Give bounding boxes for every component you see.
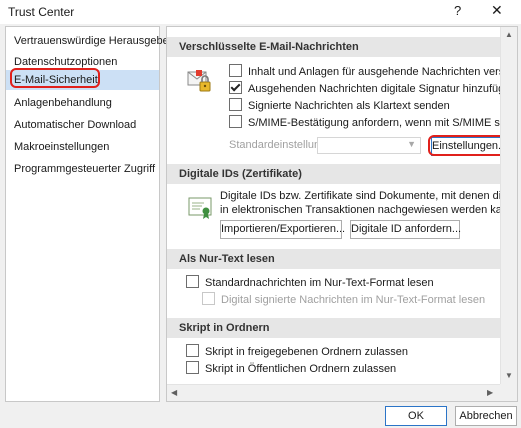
scroll-up-icon[interactable]: ▲ xyxy=(505,30,513,39)
checkbox-send-clear-text-signed[interactable] xyxy=(229,98,242,111)
section-header-digital-ids: Digitale IDs (Zertifikate) xyxy=(167,164,500,184)
digital-ids-description-line1: Digitale IDs bzw. Zertifikate sind Dokum… xyxy=(220,190,518,202)
checkbox-smime-receipt[interactable] xyxy=(229,115,242,128)
scroll-right-icon[interactable]: ▶ xyxy=(487,388,493,397)
checkbox-read-signed-as-plain-text xyxy=(202,292,215,305)
ok-button[interactable]: OK xyxy=(385,406,447,426)
scroll-down-icon[interactable]: ▼ xyxy=(505,371,513,380)
help-button[interactable]: ? xyxy=(454,3,461,18)
checkbox-read-as-plain-text[interactable] xyxy=(186,275,199,288)
lock-envelope-icon xyxy=(187,70,211,92)
checkbox-add-digital-signature[interactable] xyxy=(229,81,242,94)
cancel-button[interactable]: Abbrechen xyxy=(455,406,517,426)
section-header-folder-scripts: Skript in Ordnern xyxy=(167,318,500,338)
checkbox-script-public-folders[interactable] xyxy=(186,361,199,374)
digital-ids-description-line2: in elektronischen Transaktionen nachgewi… xyxy=(220,204,518,216)
checkbox-script-shared-folders[interactable] xyxy=(186,344,199,357)
title-bar: Trust Center ? ✕ xyxy=(0,0,521,24)
certificate-icon xyxy=(188,197,212,219)
import-export-button[interactable]: Importieren/Exportieren... xyxy=(220,220,345,239)
window-title: Trust Center xyxy=(8,5,75,19)
option-send-clear-text-signed[interactable]: Signierte Nachrichten als Klartext sende… xyxy=(229,98,450,114)
sidebar-item-automatic-download[interactable]: Automatischer Download xyxy=(6,115,159,135)
sidebar-item-programmatic-access[interactable]: Programmgesteuerter Zugriff xyxy=(6,159,159,179)
option-smime-receipt[interactable]: S/MIME-Bestätigung anfordern, wenn mit S… xyxy=(229,115,517,131)
request-digital-id-button[interactable]: Digitale ID anfordern... xyxy=(350,220,461,239)
sidebar-nav: Vertrauenswürdige Herausgeber Datenschut… xyxy=(5,26,172,402)
option-encrypt-content[interactable]: Inhalt und Anlagen für ausgehende Nachri… xyxy=(229,64,517,80)
sidebar-item-attachment-handling[interactable]: Anlagenbehandlung xyxy=(6,93,159,113)
chevron-down-icon: ▼ xyxy=(407,139,416,149)
scroll-left-icon[interactable]: ◀ xyxy=(171,388,177,397)
checkbox-encrypt-content[interactable] xyxy=(229,64,242,77)
scrollbar-corner xyxy=(500,384,517,401)
option-script-shared-folders[interactable]: Skript in freigegebenen Ordnern zulassen xyxy=(186,344,408,360)
red-highlight-email-security xyxy=(10,68,100,88)
option-read-as-plain-text[interactable]: Standardnachrichten im Nur-Text-Format l… xyxy=(186,275,434,291)
default-setting-label: Standardeinstellung: xyxy=(229,139,330,151)
red-highlight-settings-button xyxy=(428,135,508,156)
settings-panel: Verschlüsselte E-Mail-Nachrichten Inhalt… xyxy=(166,26,518,402)
section-header-encrypted-email: Verschlüsselte E-Mail-Nachrichten xyxy=(167,37,500,57)
vertical-scrollbar[interactable]: ▲ ▼ xyxy=(500,27,517,384)
close-button[interactable]: ✕ xyxy=(491,2,503,19)
option-add-digital-signature[interactable]: Ausgehenden Nachrichten digitale Signatu… xyxy=(229,81,516,97)
horizontal-scrollbar[interactable]: ◀ ▶ xyxy=(167,384,500,401)
option-read-signed-as-plain-text: Digital signierte Nachrichten im Nur-Tex… xyxy=(202,292,485,308)
option-script-public-folders[interactable]: Skript in Öffentlichen Ordnern zulassen xyxy=(186,361,396,377)
section-header-plain-text: Als Nur-Text lesen xyxy=(167,249,500,269)
sidebar-item-macro-settings[interactable]: Makroeinstellungen xyxy=(6,137,159,157)
default-setting-dropdown[interactable]: ▼ xyxy=(317,137,421,154)
sidebar-item-trusted-publishers[interactable]: Vertrauenswürdige Herausgeber xyxy=(6,31,172,51)
